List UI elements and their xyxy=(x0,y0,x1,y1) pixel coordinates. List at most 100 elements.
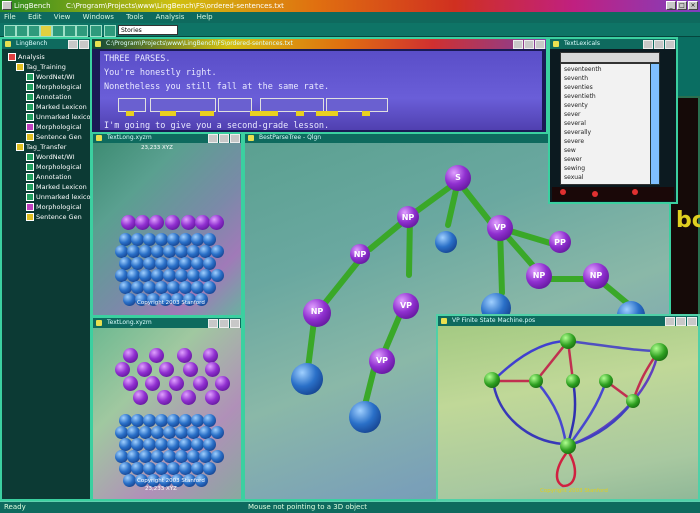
tree-leaf[interactable]: Morphological xyxy=(26,82,82,92)
ball-scene-top[interactable] xyxy=(93,143,241,315)
menu-analysis[interactable]: Analysis xyxy=(152,12,191,23)
minimize-icon[interactable]: _ xyxy=(666,1,676,10)
list-item[interactable]: severally xyxy=(564,129,591,136)
token-highlight[interactable] xyxy=(326,98,388,112)
maximize-icon[interactable] xyxy=(219,134,229,143)
tree-leaf[interactable]: Unmarked lexicon xyxy=(26,192,95,202)
token-highlight[interactable] xyxy=(218,98,252,112)
new-icon[interactable] xyxy=(4,25,16,37)
list-item[interactable]: seventies xyxy=(564,84,593,91)
maximize-icon[interactable] xyxy=(654,40,664,49)
tree-leaf[interactable]: WordNet/WI xyxy=(26,152,75,162)
parse-node-leaf[interactable] xyxy=(291,363,323,395)
text-editor-body[interactable]: THREE PARSES. You're honestly right. Non… xyxy=(100,51,542,131)
minimize-icon[interactable] xyxy=(208,319,218,328)
menu-tools[interactable]: Tools xyxy=(122,12,149,23)
tree-group[interactable]: Tag_Transfer xyxy=(16,142,66,152)
text-editor-caption[interactable]: C:\Program\Projects\www\LingBench\FS\ord… xyxy=(92,39,546,49)
list-item[interactable]: sewer xyxy=(564,156,582,163)
zoom-select[interactable]: Stories xyxy=(118,25,178,35)
tree-leaf[interactable]: Annotation xyxy=(26,172,72,182)
list-item[interactable]: severe xyxy=(564,138,584,145)
tree-root[interactable]: Analysis xyxy=(8,52,45,62)
lexicon-scrollbar[interactable] xyxy=(650,63,660,185)
maximize-icon[interactable] xyxy=(676,317,686,326)
menu-windows[interactable]: Windows xyxy=(79,12,120,23)
save-icon[interactable] xyxy=(28,25,40,37)
tree-leaf[interactable]: Marked Lexicon xyxy=(26,102,87,112)
close-icon[interactable] xyxy=(79,40,89,49)
list-item[interactable]: sexual xyxy=(564,174,583,181)
menu-help[interactable]: Help xyxy=(193,12,219,23)
tree-caption[interactable]: LingBench xyxy=(2,39,90,49)
maximize-icon[interactable] xyxy=(219,319,229,328)
list-item[interactable]: seventieth xyxy=(564,93,596,100)
parse-node-leaf[interactable] xyxy=(349,401,381,433)
maximize-icon[interactable]: □ xyxy=(677,1,687,10)
tree-leaf[interactable]: Morphological xyxy=(26,122,82,132)
tree-leaf[interactable]: Morphological xyxy=(26,162,82,172)
close-icon[interactable] xyxy=(230,134,240,143)
minimize-icon[interactable] xyxy=(643,40,653,49)
lexicon-icon[interactable] xyxy=(64,25,76,37)
list-item[interactable]: seventeenth xyxy=(564,66,602,73)
app-icon[interactable] xyxy=(2,1,12,10)
help-icon[interactable] xyxy=(90,25,102,37)
lexicon-caption[interactable]: TextLexicals xyxy=(550,39,676,49)
parse-node-np-2[interactable]: NP xyxy=(350,244,370,264)
menu-edit[interactable]: Edit xyxy=(24,12,48,23)
minimize-icon[interactable] xyxy=(208,134,218,143)
fsm-state[interactable] xyxy=(560,333,576,349)
parse-node-leaf[interactable] xyxy=(435,231,457,253)
parse-node-np[interactable]: NP xyxy=(397,206,419,228)
open-icon[interactable] xyxy=(16,25,28,37)
parse-node-np-5[interactable]: NP xyxy=(303,299,331,327)
close-icon[interactable] xyxy=(665,40,675,49)
fsm-state[interactable] xyxy=(484,372,500,388)
parse-node-s[interactable]: S xyxy=(445,165,471,191)
maximize-icon[interactable] xyxy=(524,40,534,49)
parse-node-np-3[interactable]: NP xyxy=(526,263,552,289)
close-icon[interactable] xyxy=(535,40,545,49)
tree-icon[interactable] xyxy=(52,25,64,37)
fsm-caption[interactable]: VP Finite State Machine.pos xyxy=(438,316,698,326)
minimize-icon[interactable] xyxy=(513,40,523,49)
fsm-state[interactable] xyxy=(566,374,580,388)
tree-group[interactable]: Tag_Training xyxy=(16,62,66,72)
tree-leaf[interactable]: WordNet/WI xyxy=(26,72,75,82)
close-icon[interactable] xyxy=(687,317,697,326)
fsm-state[interactable] xyxy=(599,374,613,388)
fsm-scene[interactable]: Copyright 2003 Stanford xyxy=(438,326,698,499)
token-highlight[interactable] xyxy=(118,98,146,112)
ball-view-bottom-caption[interactable]: TextLong.xyzm xyxy=(93,318,241,328)
fsm-state[interactable] xyxy=(529,374,543,388)
lexicon-filter-input[interactable] xyxy=(560,52,660,63)
list-item[interactable]: seventh xyxy=(564,75,588,82)
menu-view[interactable]: View xyxy=(50,12,77,23)
tree-leaf[interactable]: Annotation xyxy=(26,92,72,102)
list-item[interactable]: sew xyxy=(564,147,576,154)
token-highlight[interactable] xyxy=(260,98,324,112)
ball-view-top-caption[interactable]: TextLong.xyzm xyxy=(93,133,241,143)
minimize-icon[interactable] xyxy=(665,317,675,326)
parse-node-np-4[interactable]: NP xyxy=(583,263,609,289)
list-item[interactable]: seventy xyxy=(564,102,588,109)
parse-node-pp[interactable]: PP xyxy=(549,231,571,253)
tree-leaf[interactable]: Sentence Gen xyxy=(26,132,82,142)
fsm-state[interactable] xyxy=(650,343,668,361)
list-item[interactable]: sewing xyxy=(564,165,585,172)
analyze-icon[interactable] xyxy=(40,25,52,37)
menu-file[interactable]: File xyxy=(0,12,22,23)
graph-icon[interactable] xyxy=(76,25,88,37)
tree-leaf[interactable]: Morphological xyxy=(26,202,82,212)
close-icon[interactable]: × xyxy=(688,1,698,10)
parse-node-vp-3[interactable]: VP xyxy=(369,348,395,374)
ball-scene-bottom[interactable] xyxy=(93,328,241,499)
app-title-bar[interactable]: LingBench C:\Program\Projects\www\LingBe… xyxy=(0,0,700,12)
minimize-icon[interactable] xyxy=(68,40,78,49)
close-icon[interactable] xyxy=(230,319,240,328)
fsm-state-final[interactable] xyxy=(560,438,576,454)
list-item[interactable]: sever xyxy=(564,111,581,118)
settings-icon[interactable] xyxy=(104,25,116,37)
fsm-state[interactable] xyxy=(626,394,640,408)
